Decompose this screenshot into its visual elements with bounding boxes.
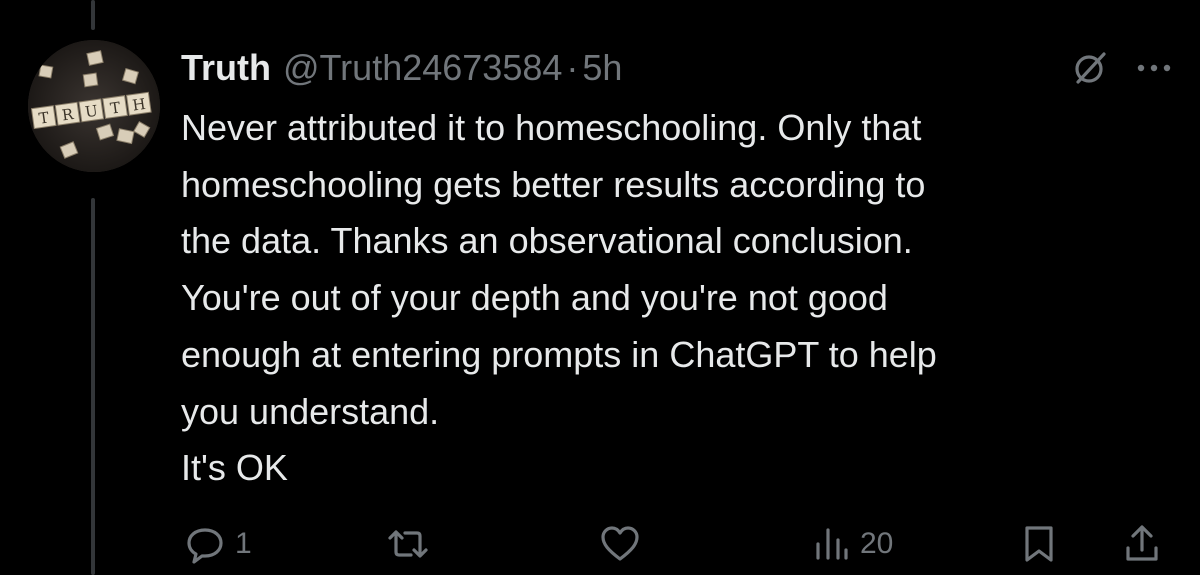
views-count: 20 bbox=[860, 527, 894, 560]
post-action-bar: 1 20 bbox=[0, 520, 1200, 568]
svg-text:H: H bbox=[131, 95, 146, 115]
views-button[interactable]: 20 bbox=[812, 520, 893, 568]
svg-text:U: U bbox=[84, 102, 99, 122]
like-button[interactable] bbox=[598, 520, 650, 568]
author-display-name[interactable]: Truth bbox=[181, 44, 271, 92]
post-text-line: It's OK bbox=[181, 447, 288, 489]
author-handle[interactable]: @Truth24673584 bbox=[283, 44, 562, 92]
post-header: Truth @Truth24673584 · 5h bbox=[181, 44, 622, 92]
share-button[interactable] bbox=[1122, 520, 1162, 568]
reply-button[interactable]: 1 bbox=[183, 520, 252, 568]
separator-dot: · bbox=[566, 47, 579, 88]
post-text-line: the data. Thanks an observational conclu… bbox=[181, 220, 913, 262]
post-text-line: You're out of your depth and you're not … bbox=[181, 277, 888, 319]
thread-line-top bbox=[91, 0, 95, 30]
reply-count: 1 bbox=[235, 527, 252, 560]
post-text-line: enough at entering prompts in ChatGPT to… bbox=[181, 333, 937, 375]
retweet-icon bbox=[388, 530, 428, 558]
post-timestamp[interactable]: 5h bbox=[582, 44, 622, 92]
more-options-icon[interactable] bbox=[1136, 62, 1172, 74]
retweet-button[interactable] bbox=[384, 520, 440, 568]
post-text: Never attributed it to homeschooling. On… bbox=[181, 100, 1171, 497]
share-icon bbox=[1126, 525, 1158, 561]
post-text-line: Never attributed it to homeschooling. On… bbox=[181, 107, 922, 148]
post-text-line: homeschooling gets better results accord… bbox=[181, 163, 926, 205]
bookmark-button[interactable] bbox=[1019, 520, 1059, 568]
analytics-icon bbox=[816, 528, 848, 560]
grok-icon[interactable] bbox=[1070, 48, 1110, 88]
reply-icon bbox=[187, 528, 223, 564]
avatar[interactable]: T R U T H bbox=[28, 40, 160, 172]
thread-line-bottom bbox=[91, 198, 95, 575]
heart-icon bbox=[601, 526, 639, 561]
avatar-image: T R U T H bbox=[28, 40, 160, 172]
bookmark-icon bbox=[1025, 526, 1053, 562]
post-text-line: you understand. bbox=[181, 390, 440, 432]
post-top-icons bbox=[1070, 48, 1172, 88]
